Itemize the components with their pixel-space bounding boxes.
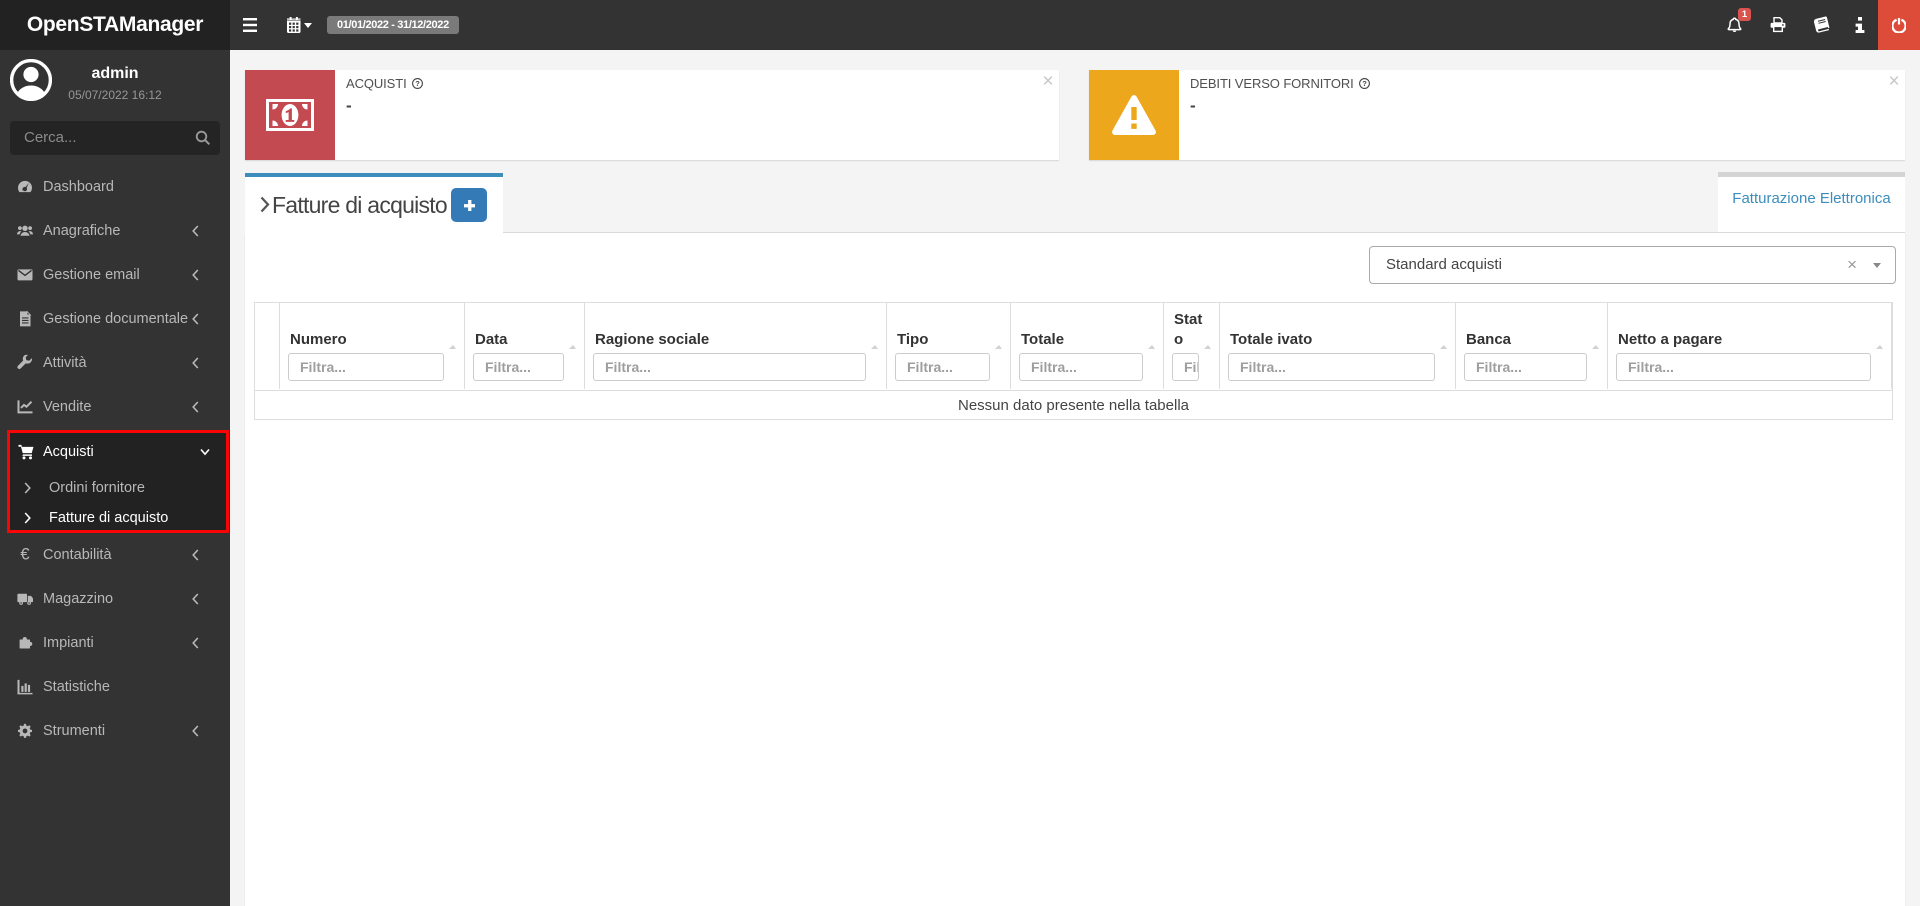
svg-text:?: ? bbox=[415, 79, 420, 88]
svg-text:?: ? bbox=[1362, 79, 1367, 88]
